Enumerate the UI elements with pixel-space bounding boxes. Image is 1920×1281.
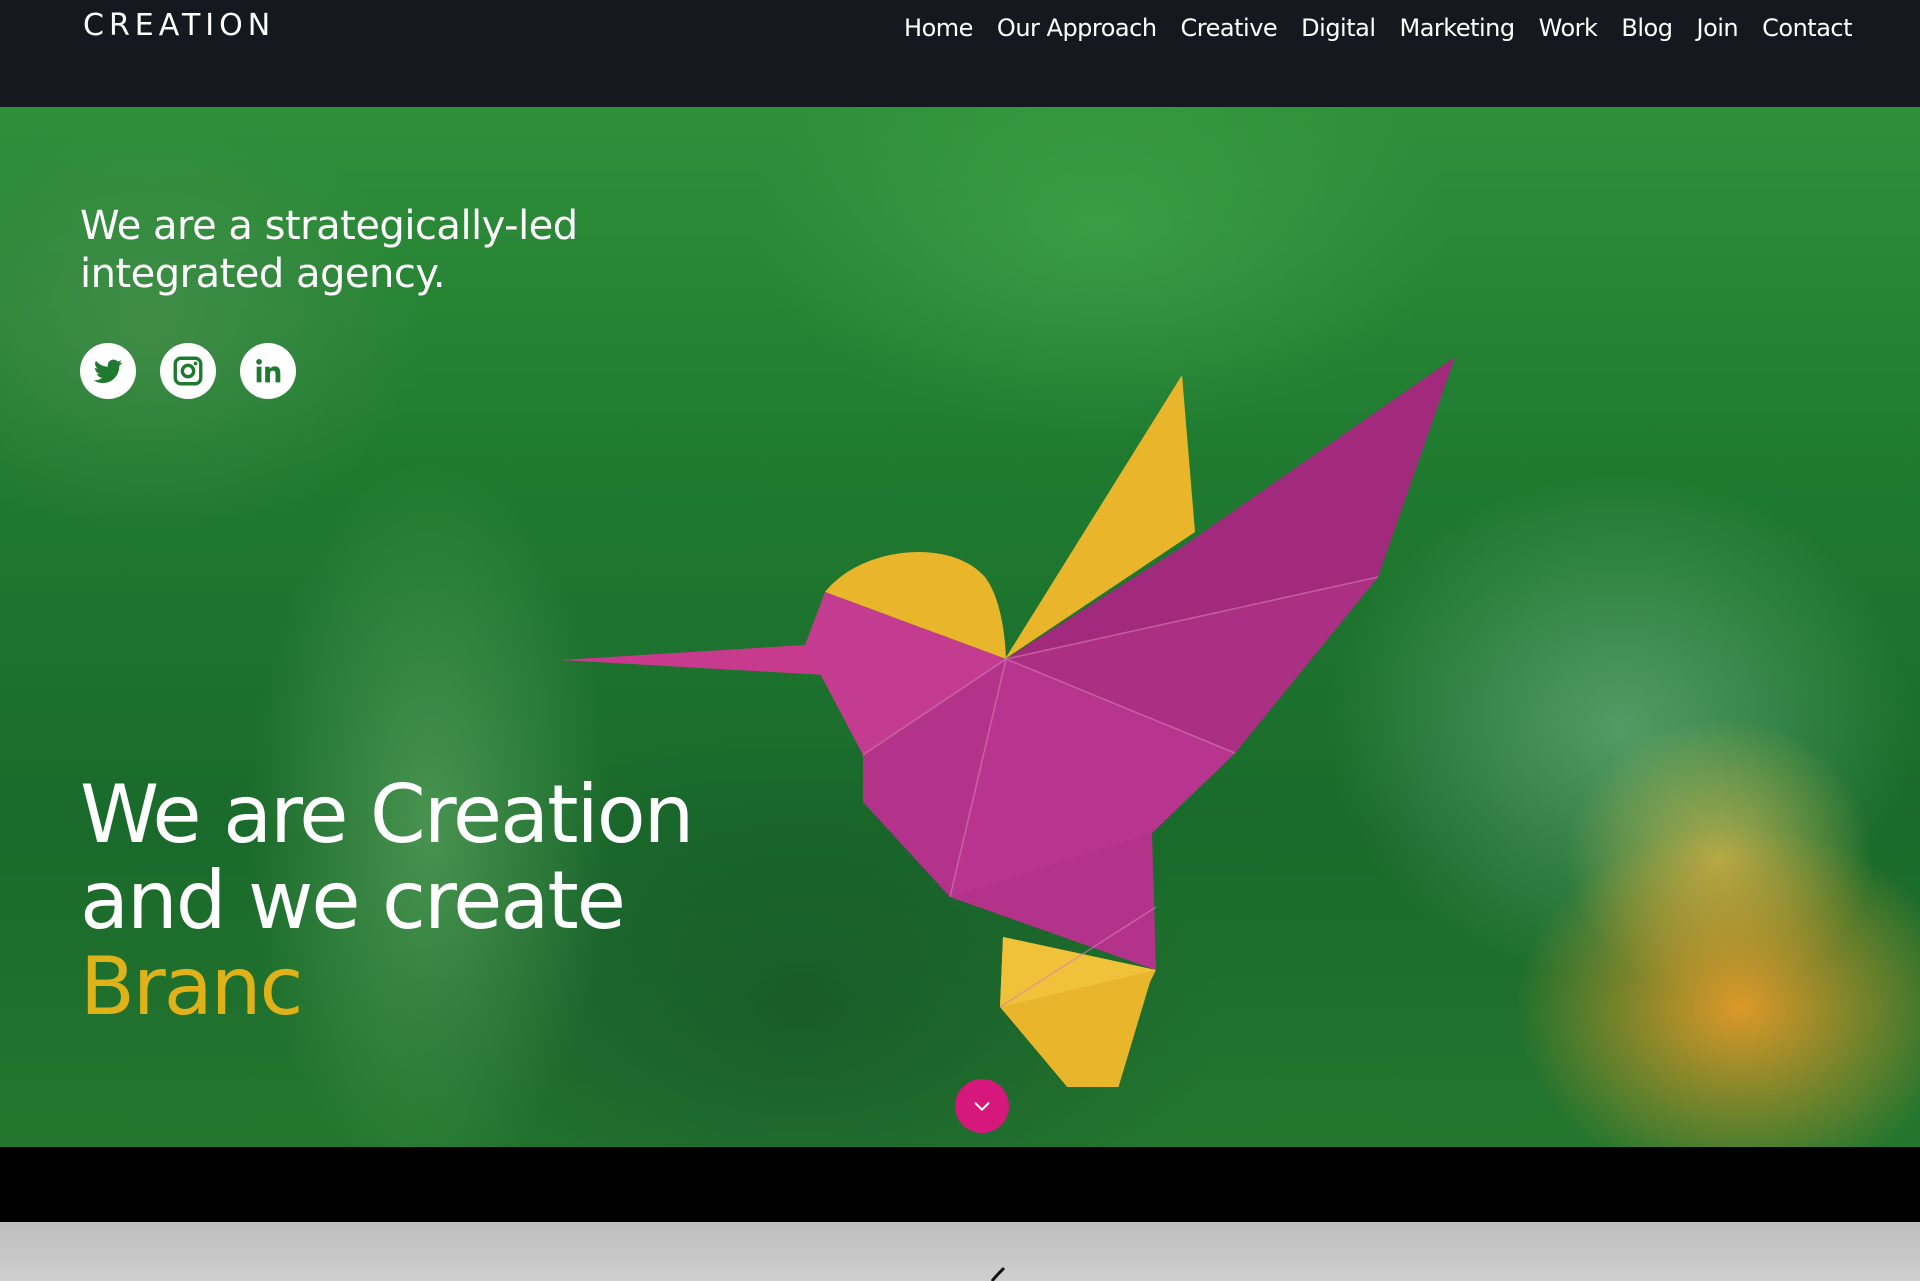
headline-line-1: We are Creation [80, 768, 694, 861]
linkedin-link[interactable] [240, 343, 296, 399]
headline-accent-word: Branc [80, 940, 303, 1033]
next-section-preview [0, 1222, 1920, 1281]
hero-section: We are a strategically-led integrated ag… [0, 107, 1920, 1147]
main-nav: Home Our Approach Creative Digital Marke… [904, 14, 1852, 42]
social-links [80, 343, 296, 399]
nav-item-home[interactable]: Home [904, 14, 973, 42]
nav-item-blog[interactable]: Blog [1621, 14, 1673, 42]
hero-headline: We are Creation and we create Branc [80, 772, 694, 1033]
headline-line-2: and we create [80, 854, 626, 947]
section-divider [0, 1147, 1920, 1222]
nav-item-digital[interactable]: Digital [1301, 14, 1376, 42]
top-nav-bar: CREATION Home Our Approach Creative Digi… [0, 0, 1920, 107]
hummingbird-illustration [560, 357, 1455, 1087]
nav-item-creative[interactable]: Creative [1181, 14, 1278, 42]
scroll-down-button[interactable] [955, 1079, 1009, 1133]
page: CREATION Home Our Approach Creative Digi… [0, 0, 1920, 1281]
instagram-link[interactable] [160, 343, 216, 399]
instagram-icon [173, 356, 203, 386]
nav-item-join[interactable]: Join [1696, 14, 1738, 42]
twitter-icon [93, 359, 123, 384]
nav-item-our-approach[interactable]: Our Approach [997, 14, 1157, 42]
linkedin-icon [256, 358, 281, 383]
nav-item-work[interactable]: Work [1539, 14, 1598, 42]
site-logo[interactable]: CREATION [83, 8, 275, 43]
partial-graphic [990, 1266, 1006, 1281]
nav-item-marketing[interactable]: Marketing [1400, 14, 1516, 42]
nav-item-contact[interactable]: Contact [1762, 14, 1852, 42]
twitter-link[interactable] [80, 343, 136, 399]
chevron-down-icon [974, 1102, 990, 1111]
